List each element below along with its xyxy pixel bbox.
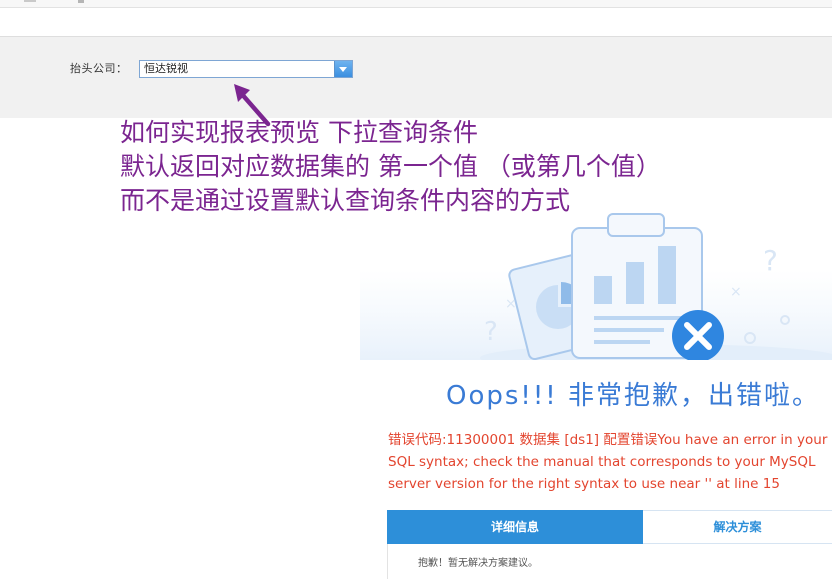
dropdown-arrow-icon[interactable] [334,61,352,77]
svg-text:×: × [730,284,742,300]
error-title: Oops!!! 非常抱歉，出错啦。 [446,381,820,411]
company-combobox-value: 恒达锐视 [144,62,188,75]
error-message-line-3: server version for the right syntax to u… [388,476,780,492]
annotation-line-2: 默认返回对应数据集的 第一个值 （或第几个值） [120,152,661,181]
svg-text:?: ? [763,244,778,277]
error-x-icon [672,310,724,360]
error-tabs: 详细信息 解决方案 [387,510,832,544]
parameter-panel [0,36,832,118]
svg-text:?: ? [484,317,498,347]
error-illustration: ? ? × × [360,213,832,360]
error-message: 错误代码:11300001 数据集 [ds1] 配置错误You have an … [388,429,832,495]
no-solution-text: 抱歉！暂无解决方案建议。 [418,558,538,569]
error-message-line-1: 错误代码:11300001 数据集 [ds1] 配置错误You have an … [388,432,828,448]
svg-text:×: × [505,296,517,312]
tab-solution[interactable]: 解决方案 [643,510,832,544]
tab-panel: 抱歉！暂无解决方案建议。 [387,544,832,579]
company-label: 抬头公司： [70,62,128,75]
toolbar-fragment [24,0,36,2]
error-message-line-2: SQL syntax; check the manual that corres… [388,454,816,470]
top-toolbar [0,0,832,8]
annotation-line-1: 如何实现报表预览 下拉查询条件 [120,118,478,147]
toolbar-fragment-2 [78,0,84,3]
company-combobox[interactable]: 恒达锐视 [139,60,353,78]
tab-detail-info[interactable]: 详细信息 [387,510,643,544]
